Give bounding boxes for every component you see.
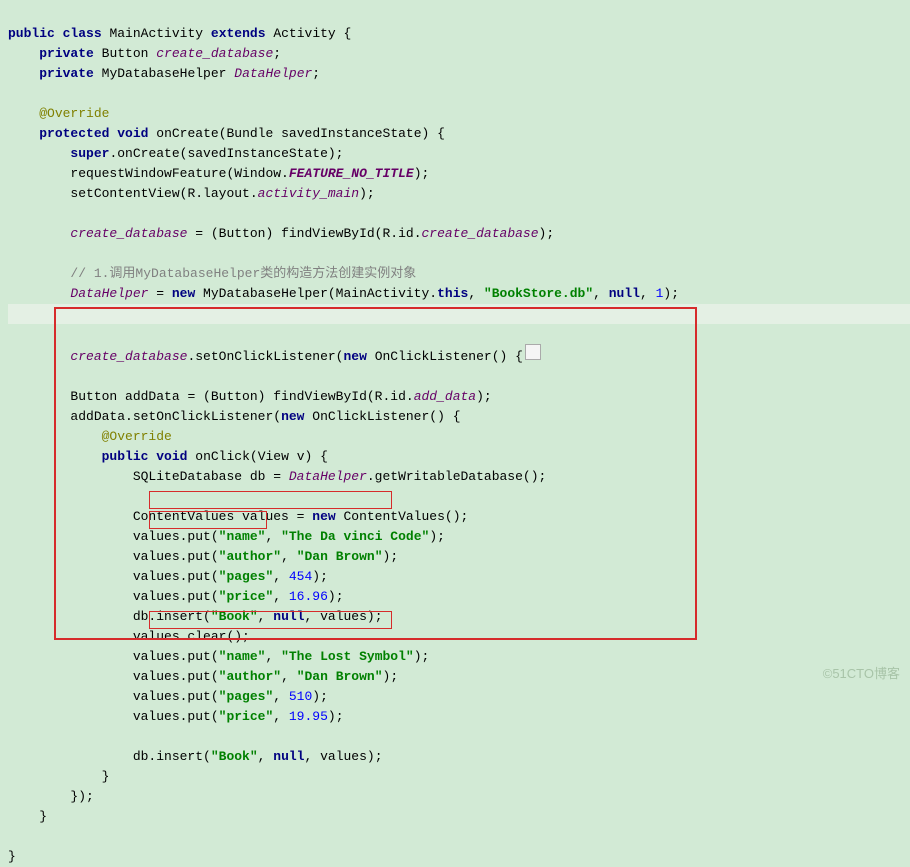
- code-line: [8, 729, 16, 744]
- code-line: values.put("author", "Dan Brown");: [8, 549, 398, 564]
- code-line: values.put("price", 16.96);: [8, 589, 344, 604]
- code-line: @Override: [8, 106, 109, 121]
- code-line: addData.setOnClickListener(new OnClickLi…: [8, 409, 461, 424]
- code-line: requestWindowFeature(Window.FEATURE_NO_T…: [8, 166, 429, 181]
- code-line: [8, 86, 16, 101]
- code-line: });: [8, 789, 94, 804]
- code-line: values.put("name", "The Da vinci Code");: [8, 529, 445, 544]
- fold-marker[interactable]: [525, 344, 541, 360]
- code-line: ContentValues values = new ContentValues…: [8, 509, 468, 524]
- code-line: DataHelper = new MyDatabaseHelper(MainAc…: [8, 286, 679, 301]
- code-line: values.put("price", 19.95);: [8, 709, 344, 724]
- code-line: db.insert("Book", null, values);: [8, 609, 383, 624]
- code-line: super.onCreate(savedInstanceState);: [8, 146, 343, 161]
- watermark: ©51CTO博客: [823, 664, 900, 684]
- code-line: Button addData = (Button) findViewById(R…: [8, 389, 492, 404]
- code-line: }: [8, 849, 16, 864]
- code-line: values.put("pages", 454);: [8, 569, 328, 584]
- code-line: setContentView(R.layout.activity_main);: [8, 186, 375, 201]
- code-line: create_database = (Button) findViewById(…: [8, 226, 554, 241]
- code-line: [8, 829, 16, 844]
- code-line: }: [8, 769, 109, 784]
- code-line: values.clear();: [8, 629, 250, 644]
- code-line: @Override: [8, 429, 172, 444]
- code-line: db.insert("Book", null, values);: [8, 749, 383, 764]
- code-line: values.put("pages", 510);: [8, 689, 328, 704]
- code-line: [8, 489, 16, 504]
- code-line: protected void onCreate(Bundle savedInst…: [8, 126, 445, 141]
- code-line: [8, 206, 16, 221]
- code-line: [8, 246, 16, 261]
- code-line: }: [8, 809, 47, 824]
- code-line: public void onClick(View v) {: [8, 449, 328, 464]
- code-line: public class MainActivity extends Activi…: [8, 26, 351, 41]
- code-line: private Button create_database;: [8, 46, 281, 61]
- code-line: values.put("name", "The Lost Symbol");: [8, 649, 429, 664]
- code-line: private MyDatabaseHelper DataHelper;: [8, 66, 320, 81]
- code-line: values.put("author", "Dan Brown");: [8, 669, 398, 684]
- code-editor: public class MainActivity extends Activi…: [0, 0, 910, 867]
- code-line-current: [8, 304, 910, 324]
- code-line: SQLiteDatabase db = DataHelper.getWritab…: [8, 469, 546, 484]
- code-line: create_database.setOnClickListener(new O…: [8, 349, 541, 364]
- code-line: // 1.调用MyDatabaseHelper类的构造方法创建实例对象: [8, 266, 416, 281]
- code-line: [8, 369, 16, 384]
